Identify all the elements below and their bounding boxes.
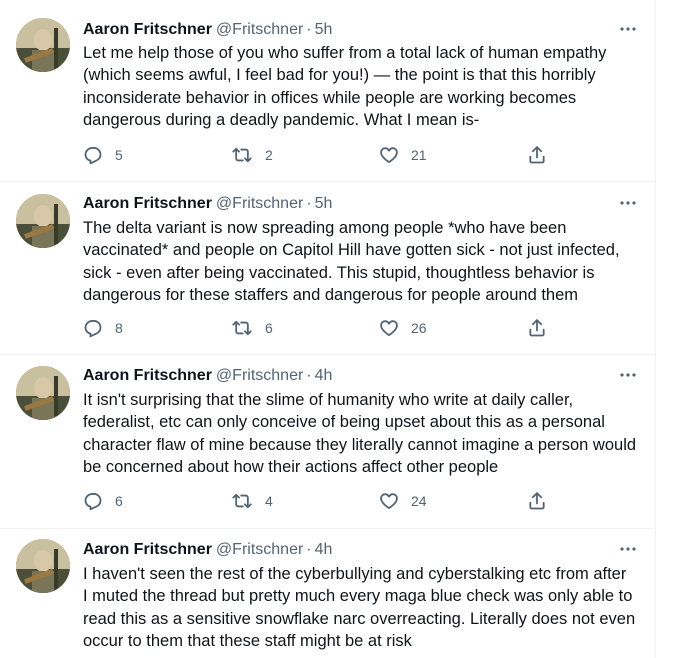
reply-button[interactable]: 6 [83,489,123,513]
like-count: 21 [411,147,427,163]
retweet-count: 2 [265,147,273,163]
tweet-actions: 5 2 21 [83,143,563,167]
tweet-actions: 6 4 24 [83,489,563,513]
tweet[interactable]: Aaron Fritschner @Fritschner · 5h Let me… [0,0,655,182]
like-count: 26 [411,320,427,336]
like-count: 24 [411,493,427,509]
author-handle[interactable]: @Fritschner [216,194,303,214]
tweet-actions: 8 6 26 [83,316,563,340]
reply-count: 6 [115,493,123,509]
like-button[interactable]: 26 [379,316,427,340]
reply-icon [83,318,103,338]
tweet-text: Let me help those of you who suffer from… [83,44,607,130]
retweet-button[interactable]: 4 [231,489,273,513]
heart-icon [379,318,399,338]
retweet-count: 4 [265,493,273,509]
timeline: Aaron Fritschner @Fritschner · 5h Let me… [0,0,656,658]
author-name[interactable]: Aaron Fritschner [83,540,212,560]
retweet-icon [231,145,253,165]
retweet-button[interactable]: 6 [231,316,273,340]
tweet-text: I haven't seen the rest of the cyberbull… [83,565,636,651]
heart-icon [379,491,399,511]
like-button[interactable]: 21 [379,143,427,167]
separator-dot: · [306,195,312,212]
more-dots-icon[interactable] [617,364,639,386]
tweet-timestamp[interactable]: 4h [315,540,333,560]
avatar[interactable] [16,194,70,248]
share-button[interactable] [527,316,547,340]
like-button[interactable]: 24 [379,489,427,513]
more-dots-icon[interactable] [617,18,639,40]
author-name[interactable]: Aaron Fritschner [83,366,212,386]
heart-icon [379,145,399,165]
tweet-text: The delta variant is now spreading among… [83,219,620,305]
reply-count: 8 [115,320,123,336]
author-name[interactable]: Aaron Fritschner [83,194,212,214]
tweet-timestamp[interactable]: 5h [315,20,333,40]
share-button[interactable] [527,489,547,513]
reply-count: 5 [115,147,123,163]
author-name[interactable]: Aaron Fritschner [83,20,212,40]
author-handle[interactable]: @Fritschner [216,366,303,386]
retweet-icon [231,491,253,511]
more-dots-icon[interactable] [617,538,639,560]
retweet-button[interactable]: 2 [231,143,273,167]
avatar[interactable] [16,366,70,420]
tweet[interactable]: Aaron Fritschner @Fritschner · 5h The de… [0,182,655,355]
reply-button[interactable]: 8 [83,316,123,340]
share-icon [527,318,547,338]
reply-icon [83,491,103,511]
separator-dot: · [306,21,312,38]
tweet-timestamp[interactable]: 4h [315,366,333,386]
reply-icon [83,145,103,165]
author-handle[interactable]: @Fritschner [216,20,303,40]
retweet-icon [231,318,253,338]
tweet-text: It isn't surprising that the slime of hu… [83,391,637,477]
avatar[interactable] [16,18,70,72]
tweet[interactable]: Aaron Fritschner @Fritschner · 4h It isn… [0,355,655,529]
retweet-count: 6 [265,320,273,336]
share-icon [527,145,547,165]
separator-dot: · [306,541,312,558]
author-handle[interactable]: @Fritschner [216,540,303,560]
avatar[interactable] [16,539,70,593]
tweet[interactable]: Aaron Fritschner @Fritschner · 4h I have… [0,529,655,658]
separator-dot: · [306,367,312,384]
tweet-timestamp[interactable]: 5h [315,194,333,214]
reply-button[interactable]: 5 [83,143,123,167]
more-dots-icon[interactable] [617,192,639,214]
share-icon [527,491,547,511]
share-button[interactable] [527,143,547,167]
